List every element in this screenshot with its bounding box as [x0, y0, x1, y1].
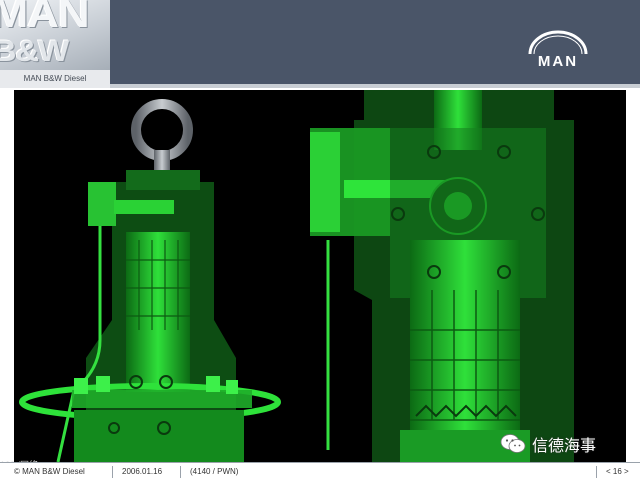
footer-reference: (4140 / PWN) — [190, 467, 239, 476]
left-flange — [72, 390, 252, 408]
footer-date: 2006.01.16 — [122, 467, 163, 476]
left-base — [74, 410, 244, 462]
footer-divider — [112, 466, 113, 478]
slide-footer: © MAN B&W Diesel 2006.01.16 (4140 / PWN)… — [0, 462, 640, 481]
right-assembly — [310, 90, 574, 462]
eyebolt-shank — [154, 150, 170, 172]
header-accent-strip — [110, 84, 640, 88]
logo-caption: MAN B&W Diesel — [0, 70, 110, 88]
logo-tile-text-bottom: B&W — [0, 35, 69, 68]
footer-page-number[interactable]: < 16 > — [606, 463, 629, 481]
slide-header: MAN B&W MAN B&W Diesel MAN — [0, 0, 640, 88]
left-valve-block — [88, 182, 116, 226]
man-bw-logo-tile: MAN B&W MAN B&W Diesel — [0, 0, 110, 88]
footer-divider — [180, 466, 181, 478]
cad-render-scene — [19, 90, 574, 462]
man-brand-logo-icon: MAN — [528, 30, 588, 70]
wechat-icon — [500, 434, 526, 453]
left-inner-cylinder — [126, 232, 190, 392]
logo-tile-text-top: MAN — [0, 0, 90, 36]
footer-divider — [596, 466, 597, 478]
wechat-watermark: 信德海事 — [500, 430, 596, 458]
footer-copyright: © MAN B&W Diesel — [14, 467, 85, 476]
watermark-text: 信德海事 — [532, 438, 597, 455]
right-valve-block — [310, 132, 340, 232]
eyebolt-ring — [131, 99, 193, 161]
right-inner-cylinder — [410, 240, 520, 462]
left-valve-rod — [114, 200, 174, 214]
left-top-cap — [126, 170, 200, 190]
engine-component-render — [14, 90, 626, 462]
left-assembly — [19, 99, 281, 462]
brand-logo-text: MAN — [538, 53, 578, 70]
